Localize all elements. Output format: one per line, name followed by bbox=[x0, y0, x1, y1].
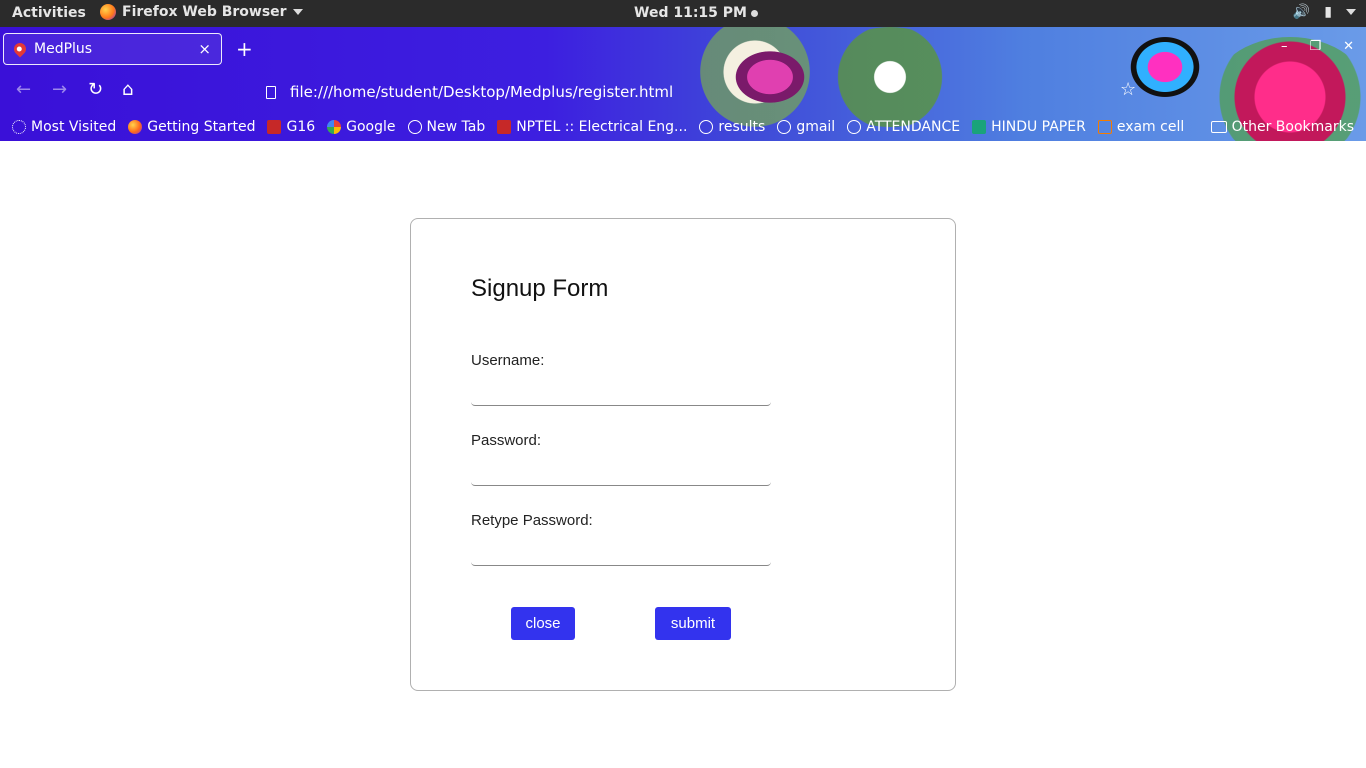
close-window-icon[interactable]: ✕ bbox=[1343, 39, 1354, 54]
bookmark-results[interactable]: results bbox=[699, 119, 765, 135]
form-title: Signup Form bbox=[471, 275, 609, 302]
tab-medplus[interactable]: MedPlus × bbox=[3, 33, 222, 65]
browser-chrome: MedPlus × + – ❐ ✕ ← → ↻ ⌂ file:///home/s… bbox=[0, 27, 1366, 141]
globe-icon bbox=[847, 120, 862, 134]
bookmark-attendance[interactable]: ATTENDANCE bbox=[847, 119, 960, 135]
bookmark-label: New Tab bbox=[426, 119, 486, 135]
retype-password-input[interactable] bbox=[471, 536, 771, 566]
system-tray[interactable]: 🔊 ▮ bbox=[1293, 4, 1356, 20]
tab-strip: MedPlus × + – ❐ ✕ bbox=[0, 27, 1366, 71]
forward-arrow-icon[interactable]: → bbox=[52, 79, 67, 100]
app-menu[interactable]: Firefox Web Browser bbox=[100, 4, 303, 20]
back-arrow-icon[interactable]: ← bbox=[16, 79, 31, 100]
globe-icon bbox=[777, 120, 792, 134]
bookmark-label: gmail bbox=[796, 119, 836, 135]
submit-button[interactable]: submit bbox=[655, 607, 731, 640]
bookmark-getting-started[interactable]: Getting Started bbox=[128, 119, 255, 135]
clock-label: Wed 11:15 PM bbox=[634, 5, 747, 21]
globe-icon bbox=[407, 120, 422, 134]
reload-icon[interactable]: ↻ bbox=[88, 79, 103, 100]
bookmark-hindu-paper[interactable]: HINDU PAPER bbox=[972, 119, 1086, 135]
graduation-icon bbox=[972, 120, 987, 134]
close-button[interactable]: close bbox=[511, 607, 575, 640]
url-text: file:///home/student/Desktop/Medplus/reg… bbox=[290, 83, 674, 101]
home-icon[interactable]: ⌂ bbox=[122, 79, 133, 100]
globe-icon bbox=[699, 120, 714, 134]
bookmarks-toolbar: Most Visited Getting Started G16 Google … bbox=[0, 113, 1366, 141]
gear-icon bbox=[12, 120, 26, 134]
system-top-bar: Activities Firefox Web Browser Wed 11:15… bbox=[0, 0, 1366, 27]
folder-icon bbox=[1210, 121, 1227, 133]
activities-button[interactable]: Activities bbox=[12, 5, 86, 21]
bookmark-exam-cell[interactable]: exam cell bbox=[1097, 119, 1185, 135]
bookmark-gmail[interactable]: gmail bbox=[777, 119, 835, 135]
bookmark-star-icon[interactable]: ☆ bbox=[1120, 79, 1136, 100]
bookmark-google[interactable]: Google bbox=[327, 119, 396, 135]
bookmark-other-bookmarks[interactable]: Other Bookmarks bbox=[1210, 119, 1354, 135]
site-icon bbox=[1097, 120, 1112, 134]
password-label: Password: bbox=[471, 432, 542, 449]
bookmark-label: Most Visited bbox=[31, 119, 117, 135]
clock[interactable]: Wed 11:15 PM bbox=[634, 5, 758, 21]
url-bar[interactable]: file:///home/student/Desktop/Medplus/reg… bbox=[256, 77, 1146, 107]
retype-password-label: Retype Password: bbox=[471, 512, 593, 529]
bookmark-label: G16 bbox=[286, 119, 316, 135]
bookmark-most-visited[interactable]: Most Visited bbox=[12, 119, 116, 135]
username-label: Username: bbox=[471, 352, 545, 369]
bookmark-label: HINDU PAPER bbox=[991, 119, 1086, 135]
bookmark-label: Getting Started bbox=[147, 119, 256, 135]
close-tab-icon[interactable]: × bbox=[198, 40, 211, 58]
firefox-icon bbox=[128, 120, 143, 134]
app-menu-label: Firefox Web Browser bbox=[122, 4, 287, 20]
location-pin-icon bbox=[11, 40, 29, 58]
firefox-icon bbox=[100, 4, 116, 20]
chevron-down-icon bbox=[292, 9, 303, 15]
bookmark-nptel[interactable]: NPTEL :: Electrical Eng... bbox=[497, 119, 687, 135]
site-icon bbox=[267, 120, 282, 134]
password-input[interactable] bbox=[471, 456, 771, 486]
bookmark-new-tab[interactable]: New Tab bbox=[407, 119, 486, 135]
tab-title: MedPlus bbox=[34, 41, 93, 57]
bookmark-label: Other Bookmarks bbox=[1231, 119, 1354, 135]
window-controls: – ❐ ✕ bbox=[1281, 39, 1354, 54]
page-icon bbox=[266, 85, 276, 99]
new-tab-button[interactable]: + bbox=[236, 37, 253, 61]
bookmark-label: Google bbox=[346, 119, 396, 135]
bookmark-label: ATTENDANCE bbox=[866, 119, 961, 135]
username-input[interactable] bbox=[471, 376, 771, 406]
signup-card: Signup Form Username: Password: Retype P… bbox=[410, 218, 956, 691]
minimize-icon[interactable]: – bbox=[1281, 39, 1288, 54]
bookmark-label: NPTEL :: Electrical Eng... bbox=[516, 119, 688, 135]
bookmark-label: exam cell bbox=[1116, 119, 1185, 135]
bookmark-label: results bbox=[718, 119, 766, 135]
navigation-toolbar: ← → ↻ ⌂ file:///home/student/Desktop/Med… bbox=[0, 71, 1366, 111]
google-icon bbox=[327, 120, 342, 134]
maximize-icon[interactable]: ❐ bbox=[1309, 39, 1321, 54]
notification-dot-icon bbox=[750, 9, 758, 17]
chevron-down-icon bbox=[1346, 9, 1356, 15]
volume-icon: 🔊 bbox=[1292, 4, 1311, 20]
bookmark-g16[interactable]: G16 bbox=[267, 119, 315, 135]
nptel-icon bbox=[497, 120, 512, 134]
battery-icon: ▮ bbox=[1324, 4, 1332, 20]
